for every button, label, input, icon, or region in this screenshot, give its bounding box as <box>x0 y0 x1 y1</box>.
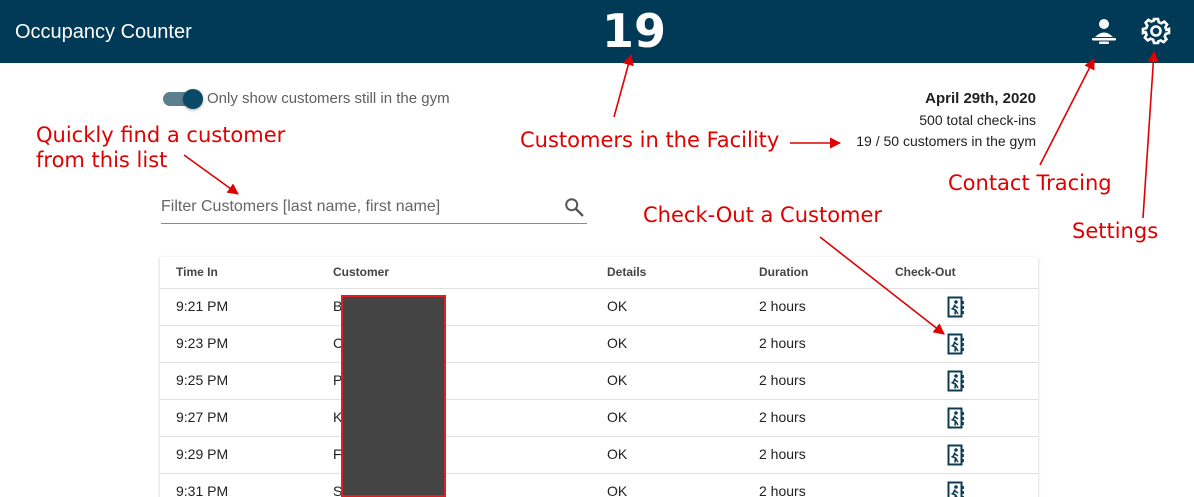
annotation-checkout: Check-Out a Customer <box>643 203 883 227</box>
cell-details: OK <box>607 335 628 351</box>
settings-icon[interactable] <box>1141 16 1171 46</box>
cell-duration: 2 hours <box>759 335 806 351</box>
filter-field <box>161 193 587 224</box>
cell-duration: 2 hours <box>759 409 806 425</box>
arrow-occupancy <box>613 53 634 118</box>
annotation-settings: Settings <box>1072 219 1159 243</box>
cell-duration: 2 hours <box>759 298 806 314</box>
checkout-icon[interactable] <box>947 407 969 429</box>
cell-time-in: 9:23 PM <box>176 335 229 351</box>
arrow-contact-tracing <box>1039 58 1095 166</box>
app-bar: Occupancy Counter 19 <box>0 0 1194 63</box>
annotation-quick-find-line1: Quickly find a customer <box>36 123 286 147</box>
table-row[interactable]: 9:31 PMS esOK2 hours <box>160 474 1038 497</box>
checkout-icon[interactable] <box>947 481 969 497</box>
filter-input[interactable] <box>161 195 551 219</box>
table-row[interactable]: 9:23 PM C OK 2 hours <box>160 326 1038 363</box>
customer-table: Time In Customer Details Duration Check-… <box>160 257 1038 497</box>
current-date: April 29th, 2020 <box>925 90 1036 107</box>
cell-duration: 2 hours <box>759 372 806 388</box>
annotation-quick-find: Quickly find a customer from this list <box>36 123 285 173</box>
table-row[interactable]: 9:27 PM K OK 2 hours <box>160 400 1038 437</box>
cell-time-in: 9:25 PM <box>176 372 229 388</box>
checkout-icon[interactable] <box>947 444 969 466</box>
header-check-out: Check-Out <box>895 265 956 279</box>
table-header: Time In Customer Details Duration Check-… <box>160 257 1038 289</box>
customers-in-gym: 19 / 50 customers in the gym <box>856 133 1036 149</box>
toggle-thumb <box>183 89 203 109</box>
arrow-settings <box>1142 50 1159 219</box>
cell-duration: 2 hours <box>759 483 806 497</box>
total-checkins: 500 total check-ins <box>919 112 1036 128</box>
table-row[interactable]: 9:29 PM F OK 2 hours <box>160 437 1038 474</box>
cell-time-in: 9:31 PM <box>176 483 229 497</box>
cell-duration: 2 hours <box>759 446 806 462</box>
annotation-quick-find-line2: from this list <box>36 148 168 172</box>
cell-time-in: 9:27 PM <box>176 409 229 425</box>
header-details[interactable]: Details <box>607 265 646 279</box>
header-time-in[interactable]: Time In <box>176 265 218 279</box>
cell-time-in: 9:21 PM <box>176 298 229 314</box>
app-title: Occupancy Counter <box>15 21 192 43</box>
redaction-box <box>341 295 446 497</box>
header-customer[interactable]: Customer <box>333 265 389 279</box>
checkout-icon[interactable] <box>947 370 969 392</box>
cell-details: OK <box>607 409 628 425</box>
annotation-contact-tracing: Contact Tracing <box>948 171 1112 195</box>
checkout-icon[interactable] <box>947 333 969 355</box>
cell-time-in: 9:29 PM <box>176 446 229 462</box>
cell-details: OK <box>607 446 628 462</box>
table-row[interactable]: 9:25 PM P OK 2 hours <box>160 363 1038 400</box>
contact-tracing-icon[interactable] <box>1089 16 1119 46</box>
still-in-gym-toggle[interactable] <box>163 88 203 110</box>
toggle-label: Only show customers still in the gym <box>207 90 450 107</box>
cell-details: OK <box>607 372 628 388</box>
search-icon[interactable] <box>563 196 585 218</box>
checkout-icon[interactable] <box>947 296 969 318</box>
table-row[interactable]: 9:21 PM B OK 2 hours <box>160 289 1038 326</box>
header-duration[interactable]: Duration <box>759 265 808 279</box>
cell-details: OK <box>607 483 628 497</box>
occupancy-count: 19 <box>601 4 666 58</box>
annotation-customers-in-facility: Customers in the Facility <box>520 128 780 152</box>
cell-details: OK <box>607 298 628 314</box>
